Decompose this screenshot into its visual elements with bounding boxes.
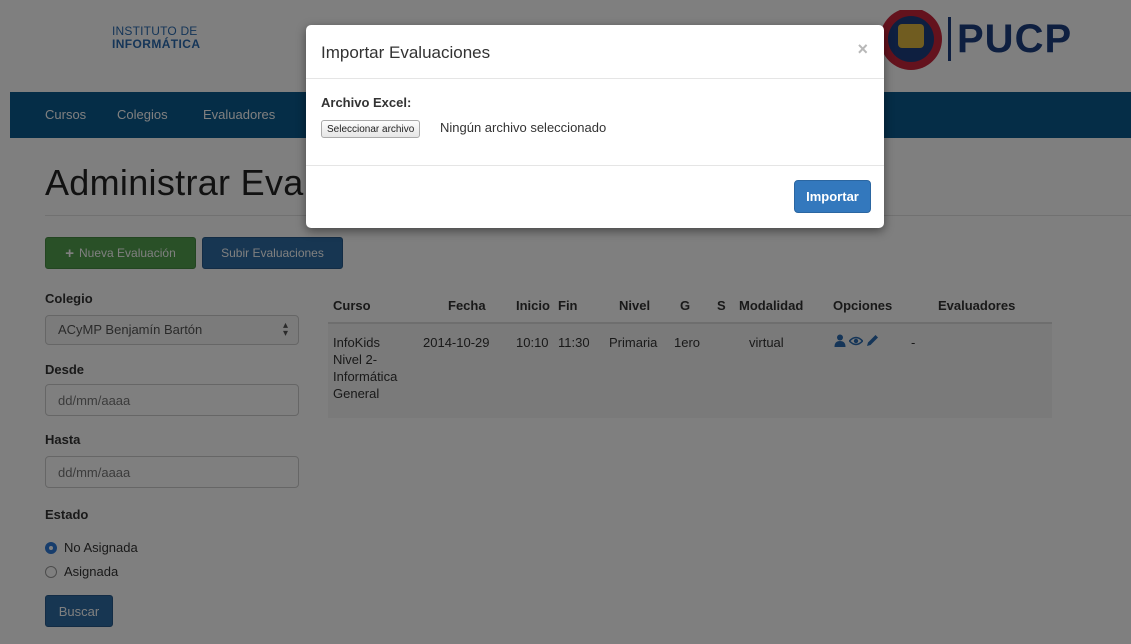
close-icon[interactable]: × xyxy=(857,39,868,60)
excel-file-label: Archivo Excel: xyxy=(321,95,412,110)
import-button[interactable]: Importar xyxy=(794,180,871,213)
choose-file-button[interactable]: Seleccionar archivo xyxy=(321,120,421,138)
modal-title: Importar Evaluaciones xyxy=(321,43,491,62)
modal-header-divider xyxy=(306,78,884,79)
import-evaluations-modal: Importar Evaluaciones × Archivo Excel: S… xyxy=(306,25,884,228)
modal-footer-divider xyxy=(306,165,884,166)
file-status-text: Ningún archivo seleccionado xyxy=(440,120,607,135)
